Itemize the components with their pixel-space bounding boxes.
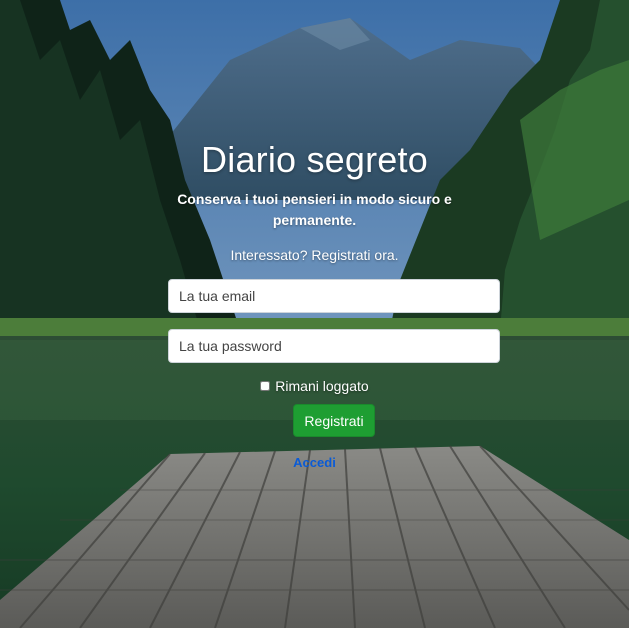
remember-me[interactable]: Rimani loggato [0,378,629,394]
signup-panel: Diario segreto Conserva i tuoi pensieri … [0,0,629,628]
signup-prompt: Interessato? Registrati ora. [230,247,399,263]
remember-me-checkbox[interactable] [260,381,271,391]
page-title: Diario segreto [201,139,428,180]
register-button[interactable]: Registrati [293,404,375,437]
email-field[interactable] [168,279,500,313]
remember-me-label: Rimani loggato [275,378,369,394]
page-subtitle: Conserva i tuoi pensieri in modo sicuro … [177,191,452,228]
password-field[interactable] [168,329,500,363]
login-link[interactable]: Accedi [0,455,629,470]
